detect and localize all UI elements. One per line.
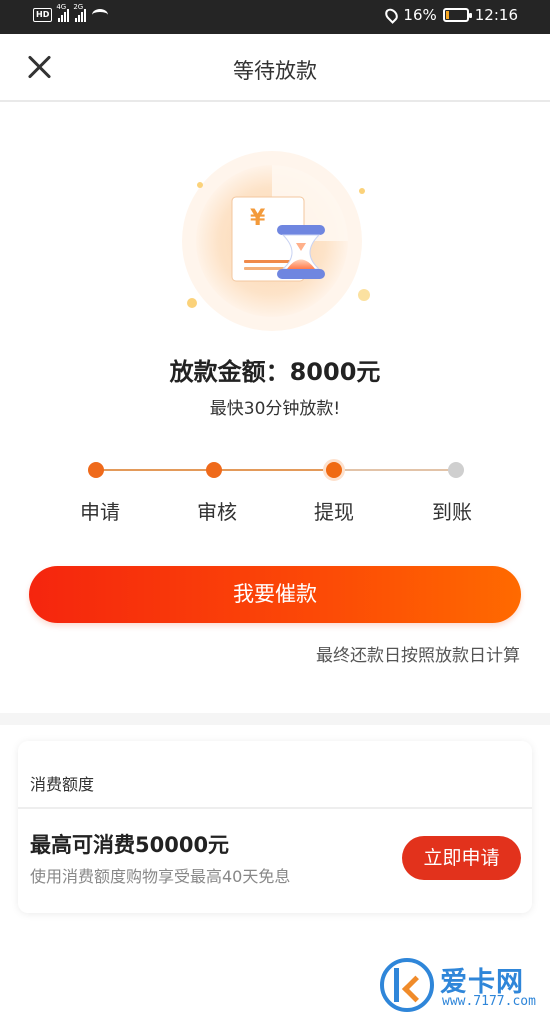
credit-limit-card: 消费额度 最高可消费50000元 使用消费额度购物享受最高40天免息 立即申请 <box>18 741 532 913</box>
progress-connector <box>214 469 334 471</box>
section-divider <box>0 713 550 725</box>
nav-header: 等待放款 <box>0 34 550 102</box>
credit-headline: 最高可消费50000元 <box>30 833 230 857</box>
credit-description: 使用消费额度购物享受最高40天免息 <box>30 867 291 886</box>
currency-symbol: ¥ <box>250 206 266 231</box>
progress-connector <box>96 469 214 471</box>
step-dot-withdraw <box>323 459 345 481</box>
hd-indicator: HD <box>33 8 53 22</box>
apply-now-button[interactable]: 立即申请 <box>402 836 521 880</box>
step-label-review: 审核 <box>197 500 237 524</box>
step-label-arrive: 到账 <box>432 500 472 524</box>
status-bar: HD 4G 2G 16% 12:16 <box>0 0 550 34</box>
repayment-note: 最终还款日按照放款日计算 <box>316 646 520 666</box>
card-title: 消费额度 <box>30 775 95 794</box>
step-dot-arrive <box>448 462 464 478</box>
progress-steps: 申请 审核 提现 到账 <box>0 455 550 535</box>
step-label-withdraw: 提现 <box>314 500 354 524</box>
watermark-k-icon <box>394 968 420 1002</box>
card-divider <box>18 807 532 809</box>
location-icon <box>383 6 401 24</box>
battery-percent: 16% <box>403 6 437 24</box>
loan-eta: 最快30分钟放款! <box>209 399 341 419</box>
status-bar-right: 16% 12:16 <box>383 6 518 24</box>
network-4g-label: 4G <box>56 3 67 11</box>
clock: 12:16 <box>474 6 518 24</box>
signal-2g-icon: 2G <box>73 3 87 22</box>
signal-4g-icon: 4G <box>56 3 70 22</box>
wifi-icon <box>92 9 109 21</box>
step-label-apply: 申请 <box>80 500 120 524</box>
hourglass-document-icon: ¥ <box>182 151 370 331</box>
battery-level <box>445 11 449 19</box>
network-2g-label: 2G <box>73 3 84 11</box>
battery-icon <box>442 8 472 22</box>
status-bar-left: HD 4G 2G <box>33 3 109 22</box>
watermark-url: www.7177.com <box>442 994 536 1009</box>
progress-connector <box>334 469 456 471</box>
step-dot-apply <box>88 462 104 478</box>
page-title: 等待放款 <box>233 59 317 83</box>
watermark-logo: 爱卡网 www.7177.com <box>380 958 540 1014</box>
loan-amount: 放款金额：8000元 <box>169 358 381 386</box>
step-dot-review <box>206 462 222 478</box>
urge-payment-button[interactable]: 我要催款 <box>29 566 521 623</box>
